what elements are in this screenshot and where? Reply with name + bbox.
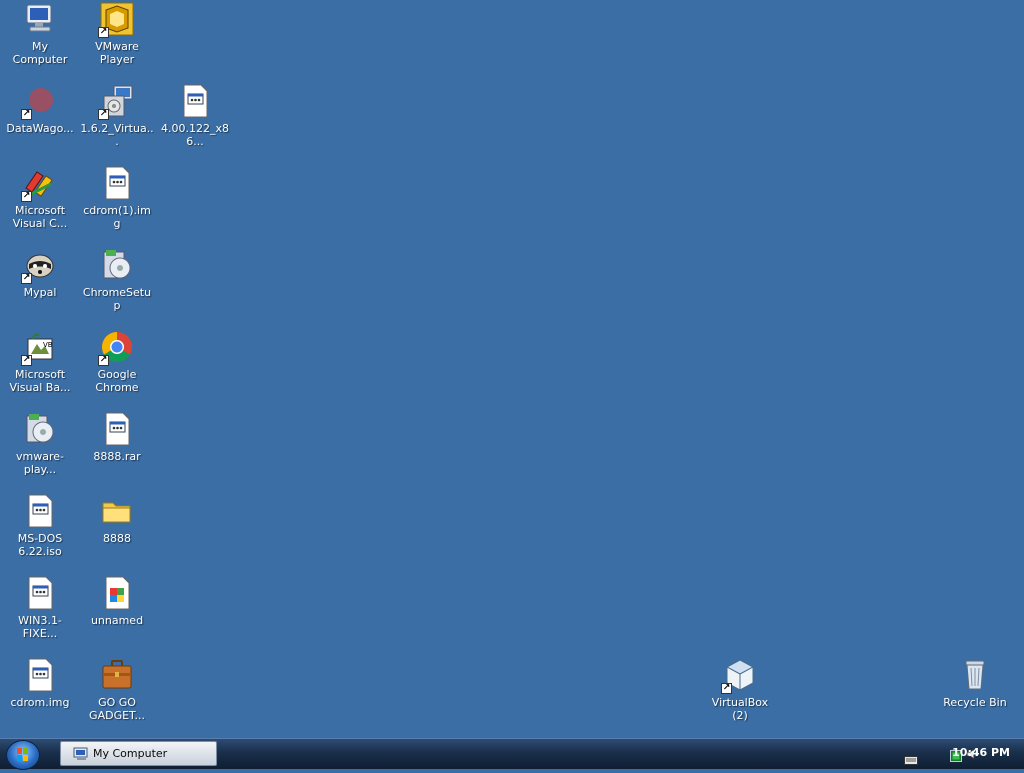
desktop-icon-vmware-player-installer[interactable]: vmware-play... [1, 412, 79, 476]
icon-label: Recycle Bin [943, 696, 1007, 709]
file-icon [100, 412, 134, 446]
icon-label: Microsoft Visual Ba... [9, 368, 71, 394]
computer-icon [73, 746, 91, 760]
file-icon [23, 576, 57, 610]
icon-label: 1.6.2_Virtua... [80, 122, 154, 148]
icon-label: unnamed [90, 614, 144, 627]
icon-label: VirtualBox (2) [711, 696, 769, 722]
shortcut-arrow-icon [21, 109, 32, 120]
icon-label: WIN3.1-FIXE... [18, 614, 62, 640]
desktop-icon-mypal[interactable]: Mypal [1, 248, 79, 299]
chrome-icon [98, 330, 134, 366]
desktop-icon-4-00-122[interactable]: 4.00.122_x86... [156, 84, 234, 148]
desktop-icon-cdrom-img[interactable]: cdrom.img [1, 658, 79, 709]
visual-basic-icon: VB [21, 330, 57, 366]
icon-label: 8888 [103, 532, 131, 545]
svg-text:VB: VB [43, 341, 53, 349]
desktop-icon-ms-dos-iso[interactable]: MS-DOS 6.22.iso [1, 494, 79, 558]
icon-label: Microsoft Visual C... [12, 204, 68, 230]
icon-label: Google Chrome [95, 368, 139, 394]
desktop-icon-8888-folder[interactable]: 8888 [78, 494, 156, 545]
shortcut-arrow-icon [98, 27, 109, 38]
recycle-bin-icon [958, 658, 992, 692]
taskbar-clock[interactable]: 10:46 PM [952, 746, 1010, 759]
icon-label: DataWago... [6, 122, 74, 135]
desktop: My Computer VMware Player DataWago... [0, 0, 1024, 738]
briefcase-icon [100, 658, 134, 692]
shortcut-arrow-icon [98, 355, 109, 366]
mypal-icon [21, 248, 57, 284]
desktop-icon-virtualbox[interactable]: VirtualBox (2) [701, 658, 779, 722]
icon-label: Mypal [23, 286, 57, 299]
desktop-icon-win3-1[interactable]: WIN3.1-FIXE... [1, 576, 79, 640]
datawago-icon [21, 84, 57, 120]
installer-icon [100, 248, 134, 282]
icon-label: GO GO GADGET... [89, 696, 145, 722]
desktop-icon-microsoft-visual-basic[interactable]: VB Microsoft Visual Ba... [1, 330, 79, 394]
taskbar-button-my-computer[interactable]: My Computer [60, 741, 217, 766]
icon-label: cdrom.img [10, 696, 70, 709]
file-icon [100, 166, 134, 200]
visual-c-icon [21, 166, 57, 202]
desktop-icon-go-go-gadget[interactable]: GO GO GADGET... [78, 658, 156, 722]
shortcut-arrow-icon [21, 273, 32, 284]
desktop-icon-unnamed[interactable]: unnamed [78, 576, 156, 627]
shortcut-arrow-icon [21, 355, 32, 366]
image-file-icon [100, 576, 134, 610]
icon-label: VMware Player [95, 40, 139, 66]
desktop-icon-cdrom-1-img[interactable]: cdrom(1).img [78, 166, 156, 230]
shortcut-arrow-icon [721, 683, 732, 694]
keyboard-icon[interactable] [904, 750, 918, 765]
icon-label: cdrom(1).img [83, 204, 151, 230]
icon-label: 8888.rar [93, 450, 141, 463]
desktop-icon-8888-rar[interactable]: 8888.rar [78, 412, 156, 463]
icon-label: MS-DOS 6.22.iso [17, 532, 63, 558]
taskbar: My Computer 10:46 PM [0, 738, 1024, 770]
installer-icon [98, 84, 134, 120]
computer-icon [23, 2, 57, 36]
shortcut-arrow-icon [21, 191, 32, 202]
desktop-icon-recycle-bin[interactable]: Recycle Bin [936, 658, 1014, 709]
icon-label: 4.00.122_x86... [161, 122, 229, 148]
desktop-icon-my-computer[interactable]: My Computer [1, 2, 79, 66]
desktop-icon-datawago[interactable]: DataWago... [1, 84, 79, 135]
virtualbox-icon [721, 658, 757, 694]
icon-label: vmware-play... [16, 450, 64, 476]
system-tray: 10:46 PM [874, 739, 1024, 769]
windows-logo-icon [17, 748, 28, 761]
file-icon [23, 494, 57, 528]
taskbar-button-label: My Computer [93, 747, 168, 760]
vmware-icon [98, 2, 134, 38]
desktop-icon-vmware-player[interactable]: VMware Player [78, 2, 156, 66]
icon-label: My Computer [12, 40, 68, 66]
file-icon [178, 84, 212, 118]
desktop-icon-microsoft-visual-c[interactable]: Microsoft Visual C... [1, 166, 79, 230]
icon-label: ChromeSetup [82, 286, 152, 312]
installer-icon [23, 412, 57, 446]
file-icon [23, 658, 57, 692]
shortcut-arrow-icon [98, 109, 109, 120]
desktop-icon-virtual-installer[interactable]: 1.6.2_Virtua... [78, 84, 156, 148]
start-button[interactable] [6, 740, 40, 770]
folder-icon [100, 494, 134, 528]
desktop-icon-google-chrome[interactable]: Google Chrome [78, 330, 156, 394]
desktop-icon-chromesetup[interactable]: ChromeSetup [78, 248, 156, 312]
